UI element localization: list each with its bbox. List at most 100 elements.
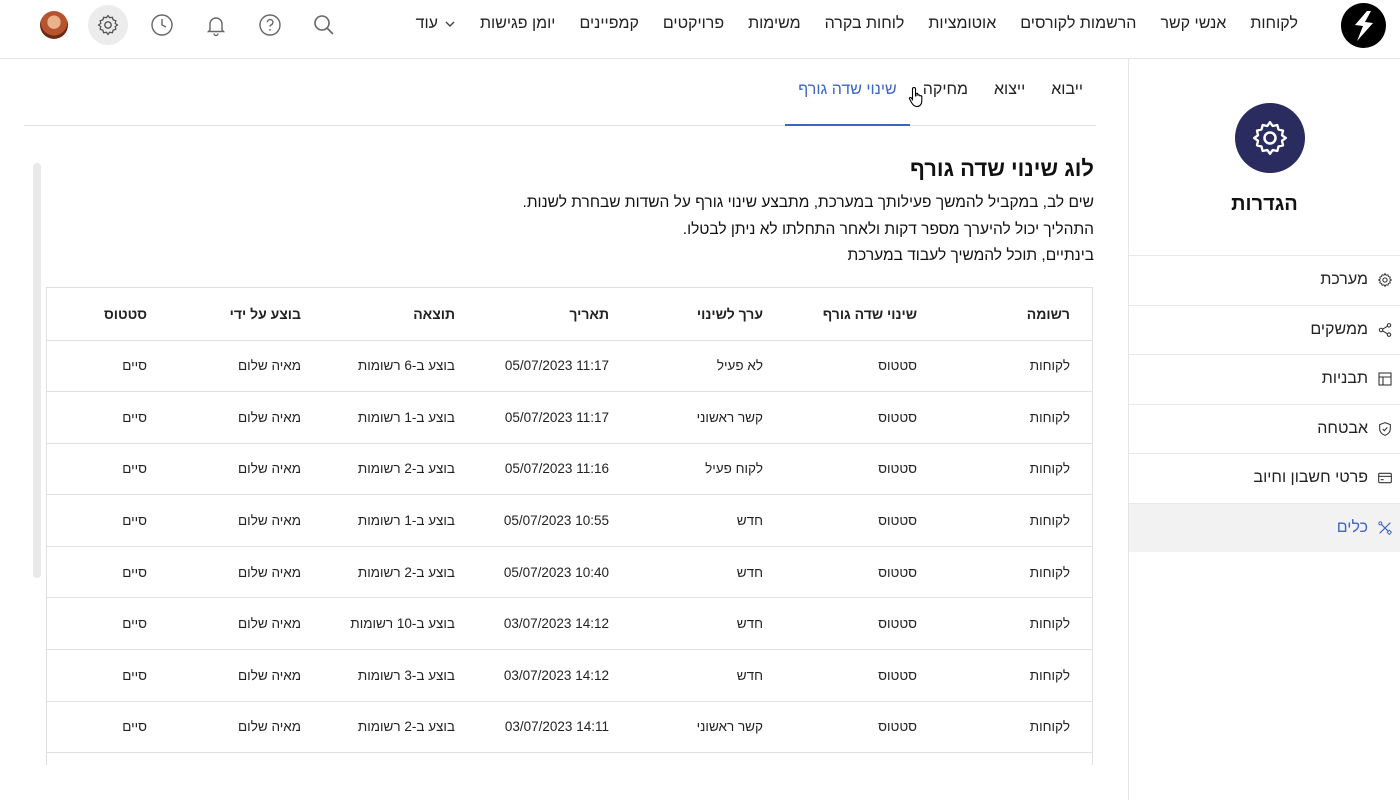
- sidebar-item-templates[interactable]: תבניות: [1129, 354, 1400, 404]
- cell-record: לקוחות: [917, 597, 1092, 651]
- history-button[interactable]: [142, 5, 182, 45]
- nav-item-contacts[interactable]: אנשי קשר: [1148, 0, 1238, 48]
- cell-status: סיים: [47, 391, 147, 444]
- table-row[interactable]: לקוחות סטטוס חדש 14:12 03/07/2023 בוצע ב-3 ר…: [47, 649, 1092, 702]
- vertical-scrollbar[interactable]: [33, 163, 41, 578]
- pointer-hand-cursor-icon: [908, 86, 923, 108]
- sidebar-item-label: אבטחה: [1317, 419, 1368, 437]
- nav-item-automations[interactable]: אוטומציות: [916, 0, 1008, 48]
- intro-line-3: בינתיים, תוכל להמשיך לעבוד במערכת: [847, 247, 1094, 264]
- app-logo[interactable]: [1341, 3, 1386, 48]
- intro-line-1: שים לב, במקביל להמשך פעילותך במערכת, מתב…: [522, 194, 1094, 211]
- cell-performed-by: מאיה שלום: [147, 546, 301, 599]
- settings-menu: מערכת ממשקים תבניות אבטחה פרטי חשבון וחי…: [1129, 255, 1400, 552]
- sidebar-item-tools[interactable]: כלים: [1129, 502, 1400, 552]
- cell-status: סיים: [47, 701, 147, 754]
- settings-badge: [1235, 103, 1305, 173]
- column-header-record[interactable]: רשומה: [917, 288, 1092, 341]
- settings-button[interactable]: [88, 5, 128, 45]
- table-body: לקוחות סטטוס לא פעיל 11:17 05/07/2023 בוצע ב…: [47, 340, 1092, 754]
- sidebar-item-system[interactable]: מערכת: [1129, 255, 1400, 305]
- notifications-button[interactable]: [196, 5, 236, 45]
- cell-status: סיים: [47, 597, 147, 651]
- column-header-bulk-field[interactable]: שינוי שדה גורף: [763, 288, 917, 341]
- nav-item-meetings-calendar[interactable]: יומן פגישות: [468, 0, 567, 48]
- table-row[interactable]: לקוחות סטטוס קשר ראשוני 14:11 03/07/2023 בוצ…: [47, 701, 1092, 754]
- nav-item-projects[interactable]: פרויקטים: [651, 0, 736, 48]
- nav-item-course-registrations[interactable]: הרשמות לקורסים: [1008, 0, 1148, 48]
- avatar: [40, 11, 68, 39]
- nav-item-dashboards[interactable]: לוחות בקרה: [813, 0, 917, 48]
- column-header-date[interactable]: תאריך: [455, 288, 609, 341]
- sidebar-item-integrations[interactable]: ממשקים: [1129, 304, 1400, 355]
- bulk-change-log-intro: לוג שינוי שדה גורף שים לב, במקביל להמשך …: [394, 156, 1094, 270]
- nav-more-dropdown[interactable]: עוד: [404, 15, 468, 33]
- sidebar-item-billing[interactable]: פרטי חשבון וחיוב: [1129, 453, 1400, 503]
- table-row[interactable]: לקוחות סטטוס לקוח פעיל 11:16 05/07/2023 בוצע…: [47, 443, 1092, 496]
- cell-result: בוצע ב-6 רשומות: [301, 340, 455, 393]
- cell-bulk-field: סטטוס: [763, 443, 917, 496]
- cell-status: סיים: [47, 546, 147, 599]
- cell-record: לקוחות: [917, 443, 1092, 496]
- user-avatar-button[interactable]: [34, 5, 74, 45]
- cell-status: סיים: [47, 494, 147, 547]
- sidebar-item-label: ממשקים: [1310, 320, 1368, 338]
- cell-status: סיים: [47, 340, 147, 393]
- gear-icon: [1376, 271, 1394, 289]
- tab-export[interactable]: ייצוא: [981, 59, 1038, 125]
- intro-line-2: התהליך יכול להיערך מספר דקות ולאחר התחלת…: [682, 220, 1094, 238]
- cell-record: לקוחות: [917, 340, 1092, 393]
- cell-record: לקוחות: [917, 546, 1092, 599]
- cell-result: בוצע ב-1 רשומות: [301, 494, 455, 547]
- help-icon: [259, 14, 281, 36]
- top-icons: [20, 4, 344, 46]
- sidebar-item-label: כלים: [1336, 518, 1368, 536]
- cell-bulk-field: סטטוס: [763, 340, 917, 393]
- cell-bulk-field: סטטוס: [763, 494, 917, 547]
- cell-new-value: חדש: [609, 649, 763, 702]
- cell-record: לקוחות: [917, 649, 1092, 702]
- cell-date: 14:11 03/07/2023: [455, 701, 609, 754]
- tools-icon: [1376, 519, 1394, 537]
- logo-icon: [1354, 10, 1373, 41]
- cell-new-value: חדש: [609, 494, 763, 547]
- column-header-performed-by[interactable]: בוצע על ידי: [147, 288, 301, 341]
- sidebar-item-security[interactable]: אבטחה: [1129, 403, 1400, 454]
- table-row[interactable]: לקוחות סטטוס חדש 10:55 05/07/2023 בוצע ב-1 ר…: [47, 494, 1092, 547]
- nav-item-campaigns[interactable]: קמפיינים: [567, 0, 650, 48]
- table-row[interactable]: לקוחות סטטוס חדש 14:12 03/07/2023 בוצע ב-10 …: [47, 597, 1092, 651]
- chevron-down-icon: [445, 21, 455, 27]
- table-row[interactable]: לקוחות סטטוס חדש 10:40 05/07/2023 בוצע ב-2 ר…: [47, 546, 1092, 599]
- cell-record: לקוחות: [917, 391, 1092, 444]
- cell-performed-by: מאיה שלום: [147, 443, 301, 496]
- cell-performed-by: מאיה שלום: [147, 701, 301, 754]
- table-row[interactable]: לקוחות סטטוס קשר ראשוני 11:17 05/07/2023 בוצ…: [47, 391, 1092, 444]
- main-nav: לקוחות אנשי קשר הרשמות לקורסים אוטומציות…: [404, 0, 1310, 48]
- cell-result: בוצע ב-2 רשומות: [301, 443, 455, 496]
- nav-item-tasks[interactable]: משימות: [736, 0, 813, 48]
- bulk-change-log-table: רשומה שינוי שדה גורף ערך לשינוי תאריך תו…: [46, 287, 1093, 765]
- cell-date: 14:12 03/07/2023: [455, 649, 609, 702]
- cell-performed-by: מאיה שלום: [147, 340, 301, 393]
- cell-status: סיים: [47, 443, 147, 496]
- tab-bulk-field-change[interactable]: שינוי שדה גורף: [785, 59, 911, 126]
- settings-sidebar: הגדרות מערכת ממשקים תבניות אבטחה פרטי חש…: [1128, 59, 1400, 800]
- cell-result: בוצע ב-1 רשומות: [301, 391, 455, 444]
- settings-title: הגדרות: [1231, 193, 1298, 215]
- cell-new-value: קשר ראשוני: [609, 701, 763, 754]
- search-button[interactable]: [304, 5, 344, 45]
- table-header-row: רשומה שינוי שדה גורף ערך לשינוי תאריך תו…: [47, 288, 1092, 341]
- column-header-new-value[interactable]: ערך לשינוי: [609, 288, 763, 341]
- cell-bulk-field: סטטוס: [763, 649, 917, 702]
- column-header-result[interactable]: תוצאה: [301, 288, 455, 341]
- help-button[interactable]: [250, 5, 290, 45]
- column-header-status[interactable]: סטטוס: [47, 288, 147, 341]
- clock-icon: [151, 14, 173, 36]
- sidebar-item-label: תבניות: [1321, 370, 1368, 388]
- table-row[interactable]: לקוחות סטטוס לא פעיל 11:17 05/07/2023 בוצע ב…: [47, 340, 1092, 393]
- shield-icon: [1376, 420, 1394, 438]
- tab-import[interactable]: ייבוא: [1038, 59, 1096, 125]
- cell-new-value: חדש: [609, 546, 763, 599]
- nav-item-customers[interactable]: לקוחות: [1238, 0, 1310, 48]
- search-icon: [314, 15, 334, 35]
